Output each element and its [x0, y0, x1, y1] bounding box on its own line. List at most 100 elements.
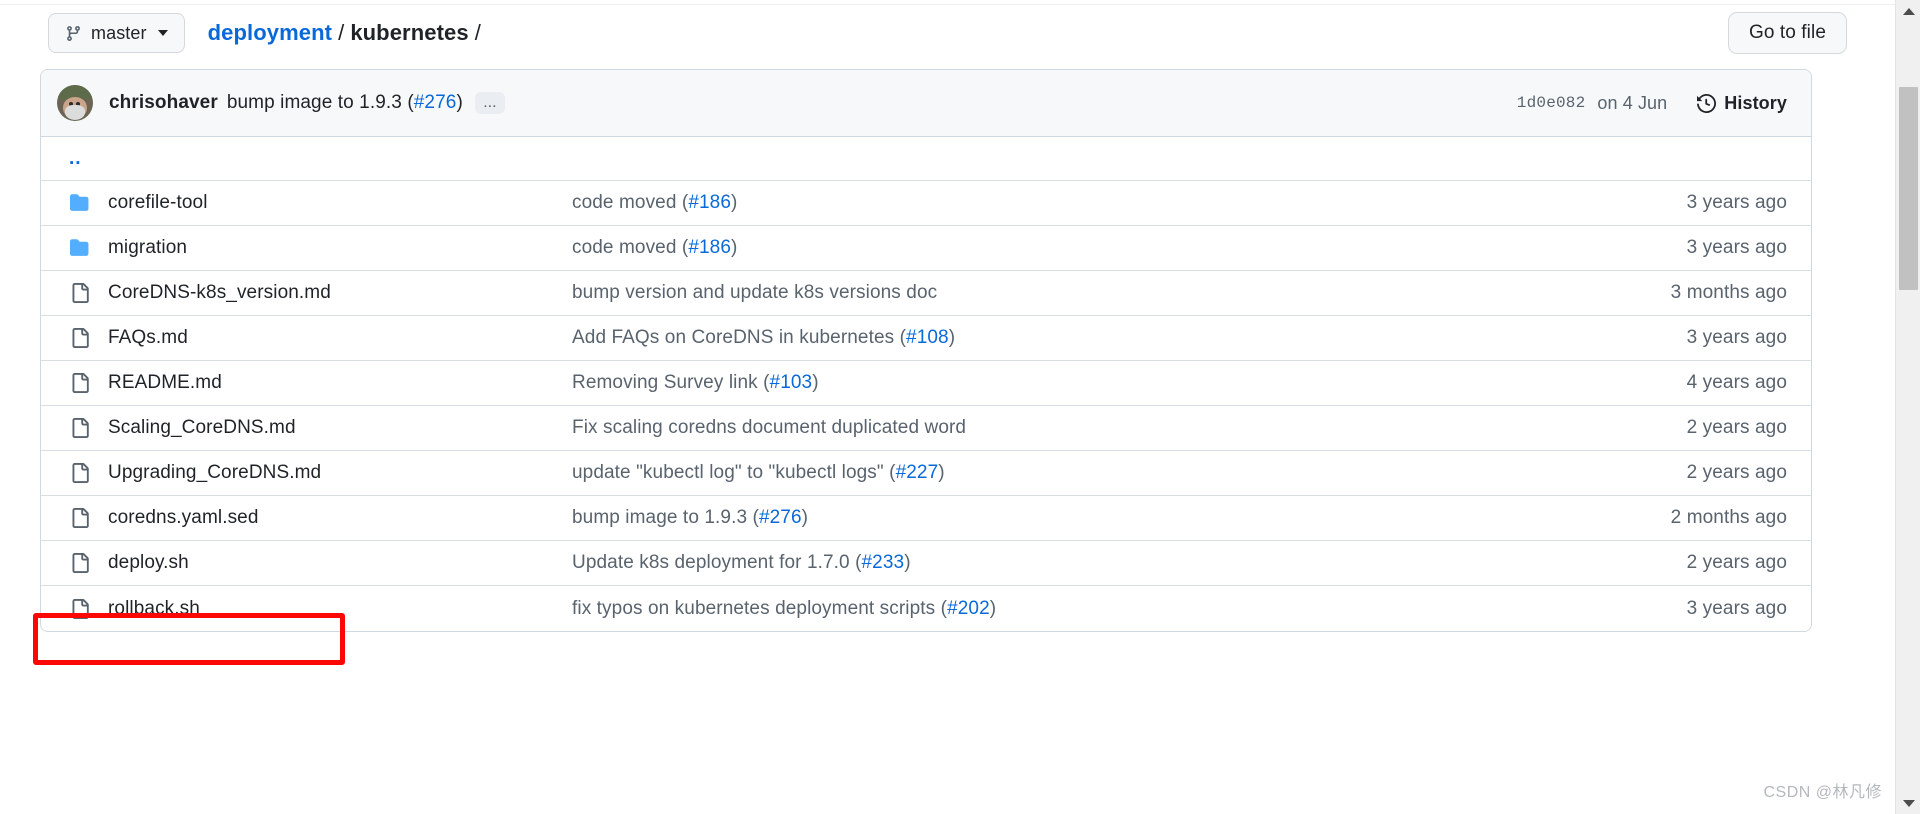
row-commit-message: Fix scaling coredns document duplicated … — [572, 417, 1587, 439]
row-commit-pr-link[interactable]: #202 — [947, 598, 990, 619]
branch-name-label: master — [91, 22, 147, 43]
row-commit-message-suffix: ) — [948, 327, 956, 348]
row-name-cell: deploy.sh — [57, 552, 572, 574]
file-icon — [69, 327, 91, 349]
scrollbar-thumb[interactable] — [1899, 87, 1918, 290]
table-row[interactable]: FAQs.md Add FAQs on CoreDNS in kubernetes… — [41, 316, 1811, 361]
row-name-link[interactable]: Scaling_CoreDNS.md — [108, 417, 296, 439]
scrollbar-up-arrow[interactable] — [1896, 0, 1920, 22]
table-row[interactable]: coredns.yaml.sed bump image to 1.9.3 (#27… — [41, 496, 1811, 541]
row-name-cell: README.md — [57, 372, 572, 394]
row-name-link[interactable]: coredns.yaml.sed — [108, 507, 259, 529]
parent-directory-row[interactable]: .. — [41, 137, 1811, 181]
row-commit-message-text: bump version and update k8s versions doc — [572, 282, 938, 303]
row-commit-message-text: bump image to 1.9.3 ( — [572, 507, 759, 528]
triangle-up-icon — [1902, 7, 1915, 15]
row-commit-message-text: update "kubectl log" to "kubectl logs" ( — [572, 462, 896, 483]
row-name-link[interactable]: migration — [108, 237, 187, 259]
file-icon — [69, 462, 91, 484]
row-commit-message: Add FAQs on CoreDNS in kubernetes (#108) — [572, 327, 1587, 349]
branch-selector-button[interactable]: master — [48, 13, 185, 53]
table-row[interactable]: corefile-tool code moved (#186) 3 years ag… — [41, 181, 1811, 226]
commit-message: bump image to 1.9.3 (#276) — [227, 92, 463, 114]
repo-header: master deployment / kubernetes / Go to f… — [0, 5, 1895, 61]
breadcrumb-separator-1: / — [338, 20, 345, 45]
file-listing-box: chrisohaver bump image to 1.9.3 (#276) .… — [40, 69, 1812, 632]
expand-commit-message-button[interactable]: ... — [474, 92, 505, 114]
commit-author-link[interactable]: chrisohaver — [109, 92, 218, 114]
avatar[interactable] — [57, 85, 93, 121]
table-row[interactable]: Upgrading_CoreDNS.md update "kubectl log"… — [41, 451, 1811, 496]
row-name-cell: coredns.yaml.sed — [57, 507, 572, 529]
row-commit-pr-link[interactable]: #103 — [770, 372, 813, 393]
row-commit-message-text: code moved ( — [572, 237, 689, 258]
row-commit-message-text: code moved ( — [572, 192, 689, 213]
row-timestamp: 3 years ago — [1686, 597, 1787, 619]
row-commit-message: update "kubectl log" to "kubectl logs" (… — [572, 462, 1587, 484]
row-commit-message-suffix: ) — [731, 192, 738, 213]
file-icon — [69, 598, 91, 620]
history-label: History — [1724, 92, 1787, 113]
row-commit-message-text: Removing Survey link ( — [572, 372, 770, 393]
breadcrumb-repo-link[interactable]: deployment — [208, 20, 332, 46]
row-timestamp: 3 years ago — [1686, 327, 1787, 348]
folder-icon — [69, 192, 91, 214]
breadcrumb: deployment / kubernetes / — [208, 20, 487, 46]
table-row[interactable]: deploy.sh Update k8s deployment for 1.7.0… — [41, 541, 1811, 586]
row-name-link[interactable]: Upgrading_CoreDNS.md — [108, 462, 321, 484]
row-name-cell: Scaling_CoreDNS.md — [57, 417, 572, 439]
row-timestamp: 2 years ago — [1686, 462, 1787, 483]
breadcrumb-current-dir[interactable]: kubernetes — [350, 20, 468, 46]
row-name-link[interactable]: corefile-tool — [108, 192, 208, 214]
row-name-link[interactable]: CoreDNS-k8s_version.md — [108, 282, 331, 304]
row-commit-message-text: fix typos on kubernetes deployment scrip… — [572, 597, 948, 619]
row-name-cell: FAQs.md — [57, 327, 572, 349]
row-commit-message: bump image to 1.9.3 (#276) — [572, 507, 1587, 529]
breadcrumb-separator-2: / — [474, 20, 481, 45]
row-timestamp: 3 years ago — [1686, 192, 1787, 213]
vertical-scrollbar[interactable] — [1895, 0, 1920, 814]
watermark: CSDN @林凡修 — [1763, 784, 1882, 801]
file-icon — [69, 417, 91, 439]
file-icon — [69, 507, 91, 529]
row-name-link[interactable]: FAQs.md — [108, 327, 188, 349]
row-timestamp: 2 years ago — [1686, 552, 1787, 573]
table-row[interactable]: Scaling_CoreDNS.md Fix scaling coredns do… — [41, 406, 1811, 451]
row-commit-message-suffix: ) — [938, 462, 945, 483]
scrollbar-down-arrow[interactable] — [1896, 792, 1920, 814]
commit-pr-link[interactable]: #276 — [414, 92, 457, 113]
file-rows-container: corefile-tool code moved (#186) 3 years ag… — [41, 181, 1811, 631]
row-commit-pr-link[interactable]: #276 — [759, 507, 802, 528]
row-timestamp: 4 years ago — [1686, 372, 1787, 393]
table-row[interactable]: README.md Removing Survey link (#103) 4 ye… — [41, 361, 1811, 406]
row-commit-message: code moved (#186) — [572, 237, 1587, 259]
go-to-file-button[interactable]: Go to file — [1727, 12, 1847, 54]
table-row[interactable]: rollback.sh fix typos on kubernetes deplo… — [41, 586, 1811, 631]
row-name-cell: rollback.sh — [57, 598, 572, 620]
row-name-link[interactable]: deploy.sh — [108, 552, 189, 574]
row-commit-pr-link[interactable]: #233 — [862, 552, 905, 573]
git-branch-icon — [65, 25, 82, 42]
row-timestamp: 3 years ago — [1686, 237, 1787, 258]
row-commit-message-text: Update k8s deployment for 1.7.0 ( — [572, 552, 862, 573]
parent-directory-link[interactable]: .. — [69, 149, 82, 168]
row-commit-pr-link[interactable]: #186 — [688, 237, 731, 258]
table-row[interactable]: migration code moved (#186) 3 years ago — [41, 226, 1811, 271]
row-name-cell: CoreDNS-k8s_version.md — [57, 282, 572, 304]
row-commit-message: fix typos on kubernetes deployment scrip… — [572, 598, 1587, 620]
row-commit-pr-link[interactable]: #186 — [688, 192, 731, 213]
table-row[interactable]: CoreDNS-k8s_version.md bump version and u… — [41, 271, 1811, 316]
row-name-link[interactable]: README.md — [108, 372, 222, 394]
file-icon — [69, 282, 91, 304]
row-commit-pr-link[interactable]: #227 — [896, 462, 939, 483]
row-commit-message-suffix: ) — [989, 597, 997, 619]
row-name-cell: migration — [57, 237, 572, 259]
commit-hash-link[interactable]: 1d0e082 — [1517, 94, 1586, 112]
commit-message-suffix: ) — [456, 92, 463, 113]
history-link[interactable]: History — [1697, 93, 1787, 114]
row-commit-pr-link[interactable]: #108 — [906, 327, 949, 348]
row-commit-message-suffix: ) — [904, 552, 911, 573]
row-name-link[interactable]: rollback.sh — [108, 598, 200, 620]
commit-message-text: bump image to 1.9.3 ( — [226, 92, 414, 113]
latest-commit-header: chrisohaver bump image to 1.9.3 (#276) .… — [41, 70, 1811, 137]
